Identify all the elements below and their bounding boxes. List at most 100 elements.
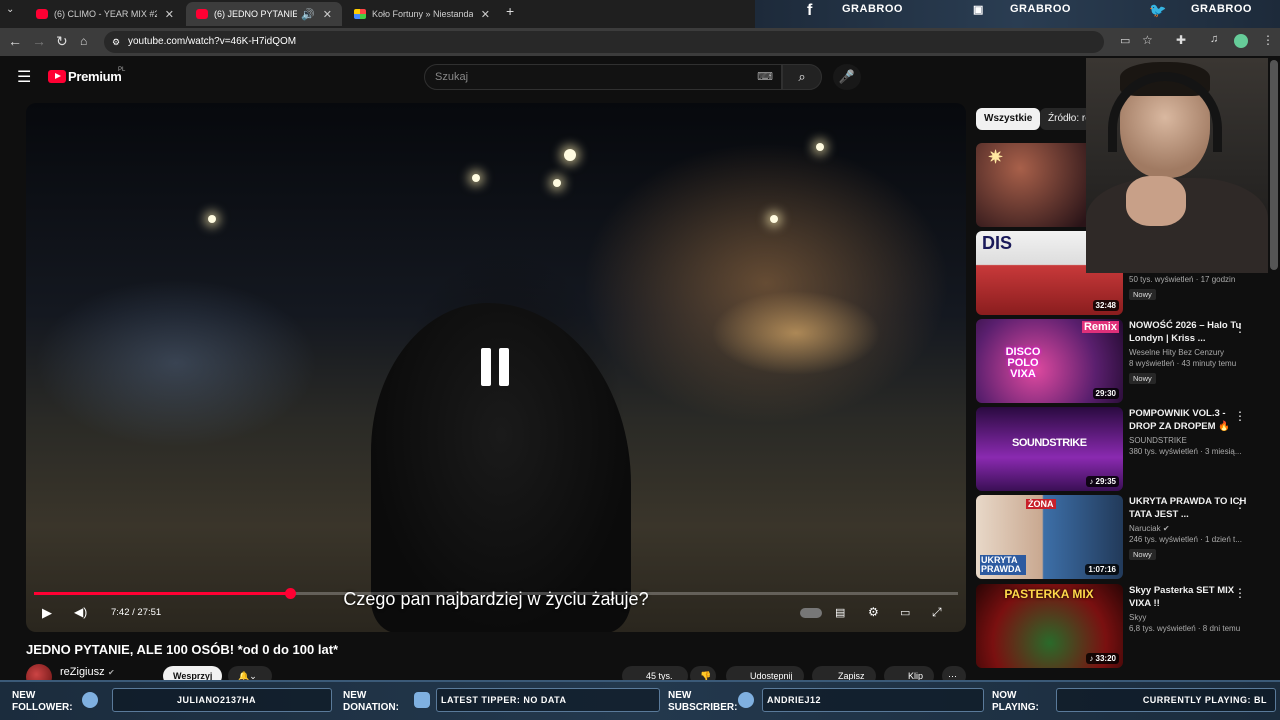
thumbnail-text: ŻONA: [1026, 499, 1056, 509]
recommendation-card[interactable]: PASTERKA MIX ♪ 33:20 Skyy Pasterka SET M…: [976, 584, 1276, 668]
cast-icon[interactable]: ▭: [1120, 34, 1130, 47]
video-meta: UKRYTA PRAWDA TO ICH TATA JEST ... Naruc…: [1129, 495, 1247, 562]
volume-icon[interactable]: ◀): [74, 605, 87, 619]
view-count: 8 wyświetleń · 43 minuty temu: [1129, 359, 1237, 368]
progress-scrubber[interactable]: [284, 588, 296, 599]
hamburger-menu-icon[interactable]: ☰: [17, 67, 31, 87]
verified-icon: ✔: [108, 668, 115, 677]
autoplay-toggle[interactable]: [800, 608, 822, 618]
more-options-icon[interactable]: ⋮: [1234, 321, 1246, 335]
recommendation-card[interactable]: SOUNDSTRIKE ♪ 29:35 POMPOWNIK VOL.3 - DR…: [976, 407, 1276, 491]
youtube-favicon-icon: [196, 9, 208, 19]
miniplayer-icon[interactable]: ▭: [900, 606, 910, 619]
donation-value: LATEST TIPPER: NO DATA: [436, 688, 660, 712]
donation-label: NEW DONATION:: [343, 690, 399, 713]
reload-icon[interactable]: ↻: [56, 33, 68, 50]
bookmark-star-icon[interactable]: ☆: [1142, 33, 1153, 47]
tab-climo[interactable]: (6) CLIMO - YEAR MIX #2025 - ✕: [26, 2, 184, 26]
thumbnail-text: Remix: [1081, 321, 1119, 333]
video-thumbnail[interactable]: Remix DISCO POLO VIXA 29:30: [976, 319, 1123, 403]
duration-badge: 1:07:16: [1085, 564, 1119, 575]
facebook-handle: GRABROO: [842, 3, 903, 15]
youtube-logo-icon[interactable]: [48, 70, 66, 83]
channel-name[interactable]: Skyy: [1129, 613, 1247, 622]
channel-name[interactable]: reZigiusz: [60, 666, 105, 678]
channel-name[interactable]: SOUNDSTRIKE: [1129, 436, 1247, 445]
media-control-icon[interactable]: ♫: [1210, 33, 1218, 45]
logo-text[interactable]: Premium: [68, 69, 122, 84]
search-icon: ⌕: [798, 69, 806, 84]
star-icon: ✷: [988, 147, 1004, 167]
follower-label: NEW FOLLOWER:: [12, 690, 73, 713]
tab-title: (6) CLIMO - YEAR MIX #2025 -: [54, 9, 157, 19]
tab-title: Koło Fortuny » Niestandardow: [372, 9, 473, 19]
verified-icon: ✔: [1162, 524, 1170, 533]
street-lamp: [770, 215, 778, 223]
twitch-handle: GRABROO: [1010, 3, 1071, 15]
channel-name[interactable]: Weselne Hity Bez Cenzury: [1129, 348, 1247, 357]
subtitles-icon[interactable]: ▤: [835, 606, 845, 619]
chip-all[interactable]: Wszystkie: [976, 108, 1041, 130]
thumbnail-text: SOUNDSTRIKE: [1012, 437, 1087, 449]
play-icon[interactable]: ▶: [42, 605, 52, 621]
follower-icon: [82, 692, 98, 708]
close-tab-icon[interactable]: ✕: [165, 8, 174, 21]
stream-overlay-bar: NEW FOLLOWER: JULIANO2137HA NEW DONATION…: [0, 680, 1280, 720]
region-label: PL: [118, 67, 126, 73]
keyboard-icon[interactable]: ⌨: [757, 65, 773, 89]
more-options-icon[interactable]: ⋮: [1234, 586, 1246, 600]
settings-gear-icon[interactable]: ⚙: [868, 605, 879, 619]
address-bar[interactable]: ⚙ youtube.com/watch?v=46K-H7idQOM: [104, 31, 1104, 53]
thumbnail-text: UKRYTA PRAWDA: [980, 555, 1026, 575]
playing-value: CURRENTLY PLAYING: BL: [1056, 688, 1276, 712]
url-text: youtube.com/watch?v=46K-H7idQOM: [128, 36, 297, 47]
profile-avatar[interactable]: [1234, 34, 1248, 48]
close-tab-icon[interactable]: ✕: [323, 8, 332, 21]
more-options-icon[interactable]: ⋮: [1234, 409, 1246, 423]
video-player[interactable]: Czego pan najbardziej w życiu żałuje? ▶ …: [26, 103, 966, 632]
video-title: JEDNO PYTANIE, ALE 100 OSÓB! *od 0 do 10…: [26, 642, 339, 657]
duration-badge: ♪ 29:35: [1086, 476, 1119, 487]
new-tab-button[interactable]: +: [506, 3, 514, 19]
video-meta: POMPOWNIK VOL.3 - DROP ZA DROPEM 🔥 SOUND…: [1129, 407, 1247, 456]
view-count: 380 tys. wyświetleń · 3 miesią...: [1129, 447, 1242, 456]
site-info-icon[interactable]: ⚙: [112, 31, 120, 53]
fullscreen-icon[interactable]: ⤢: [932, 605, 942, 620]
facebook-icon: f: [807, 2, 813, 19]
street-lamp: [564, 149, 576, 161]
twitch-icon: ▣: [973, 4, 984, 16]
progress-bar[interactable]: [34, 588, 958, 599]
voice-search-button[interactable]: 🎤: [833, 64, 861, 90]
player-controls: ▶ ◀) 7:42 / 27:51 ▤ ⚙ ▭ ⤢: [26, 599, 966, 629]
view-count: 50 tys. wyświetleń · 17 godzin: [1129, 275, 1236, 284]
tab-kolo-fortuny[interactable]: Koło Fortuny » Niestandardow ✕: [344, 2, 500, 26]
home-icon[interactable]: ⌂: [80, 34, 87, 48]
twitter-handle: GRABROO: [1191, 3, 1252, 15]
mute-tab-icon[interactable]: 🔊: [301, 8, 315, 21]
search-button[interactable]: ⌕: [782, 64, 822, 90]
tab-list-icon[interactable]: ⌄: [6, 4, 14, 15]
recommendation-card[interactable]: ŻONA UKRYTA PRAWDA 1:07:16 UKRYTA PRAWDA…: [976, 495, 1276, 579]
video-title: Skyy Pasterka SET MIX VIXA !!: [1129, 585, 1235, 609]
video-meta: NOWOŚĆ 2026 – Halo Tu Londyn | Kriss ...…: [1129, 319, 1247, 386]
pause-overlay-icon[interactable]: [481, 348, 511, 386]
close-tab-icon[interactable]: ✕: [481, 8, 490, 21]
page-scrollbar[interactable]: [1270, 60, 1278, 270]
channel-name[interactable]: Naruciak ✔: [1129, 524, 1247, 533]
search-input[interactable]: Szukaj ⌨: [424, 64, 782, 90]
follower-value: JULIANO2137HA: [112, 688, 332, 712]
browser-menu-icon[interactable]: ⋮: [1262, 33, 1274, 47]
extensions-icon[interactable]: ✚: [1176, 33, 1186, 47]
video-thumbnail[interactable]: SOUNDSTRIKE ♪ 29:35: [976, 407, 1123, 491]
tab-jedno-pytanie[interactable]: (6) JEDNO PYTANIE, ALE 10 🔊 ✕: [186, 2, 342, 26]
forward-icon[interactable]: →: [32, 33, 46, 49]
thumbnail-text: DISCO POLO VIXA: [1005, 346, 1041, 380]
recommendation-card[interactable]: Remix DISCO POLO VIXA 29:30 NOWOŚĆ 2026 …: [976, 319, 1276, 403]
video-thumbnail[interactable]: PASTERKA MIX ♪ 33:20: [976, 584, 1123, 668]
browser-toolbar: ← → ↻ ⌂ ⚙ youtube.com/watch?v=46K-H7idQO…: [0, 28, 1280, 56]
social-overlay: f GRABROO ▣ GRABROO 🐦 GRABROO: [755, 0, 1280, 28]
video-thumbnail[interactable]: ŻONA UKRYTA PRAWDA 1:07:16: [976, 495, 1123, 579]
street-lamp: [553, 179, 561, 187]
back-icon[interactable]: ←: [8, 33, 22, 49]
more-options-icon[interactable]: ⋮: [1234, 497, 1246, 511]
